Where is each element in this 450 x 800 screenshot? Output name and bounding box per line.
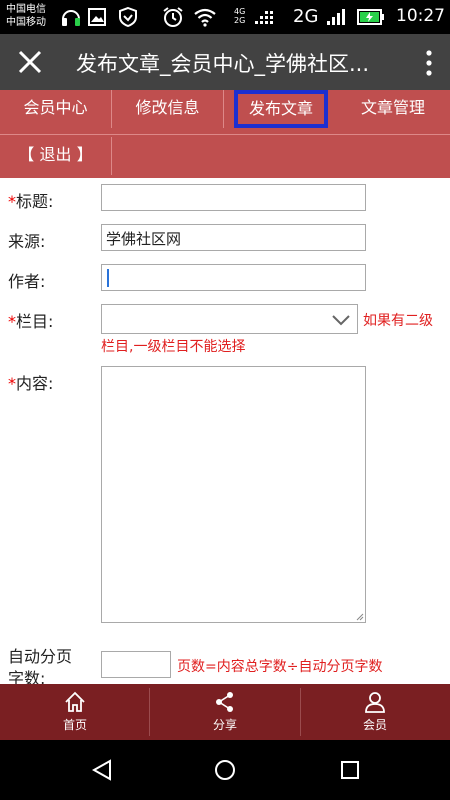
headset-icon [62, 10, 80, 26]
source-label: 来源: [8, 232, 46, 251]
carrier-names: 中国电信 中国移动 [6, 3, 46, 29]
autopage-label-1: 自动分页 [8, 647, 73, 666]
network-type-small: 4G 2G [234, 7, 246, 25]
content-label: *内容: [8, 370, 53, 394]
content-label-text: 内容: [16, 374, 54, 393]
nav-logout[interactable]: 【 退出 】 [0, 137, 112, 175]
column-hint-2: 栏目,一级栏目不能选择 [101, 339, 246, 355]
alarm-icon [163, 7, 183, 27]
recents-icon[interactable] [338, 758, 362, 782]
home-icon [65, 691, 85, 712]
required-mark: * [8, 312, 16, 331]
network-type: 2G [293, 6, 319, 27]
author-input[interactable] [101, 264, 366, 291]
bottom-bar: 首页 分享 会员 [0, 684, 450, 740]
close-icon[interactable] [16, 48, 44, 76]
image-icon [88, 8, 106, 26]
clock: 10:27 [396, 6, 445, 26]
bottom-home[interactable]: 首页 [0, 684, 150, 740]
content-textarea[interactable] [101, 366, 366, 623]
back-icon[interactable] [90, 758, 114, 782]
signal-bars-icon [327, 9, 345, 25]
resize-handle-icon[interactable] [356, 613, 364, 621]
app-bar: 发布文章_会员中心_学佛社区... [0, 34, 450, 90]
nav-row-2: 【 退出 】 [0, 134, 450, 178]
more-icon[interactable] [426, 50, 432, 76]
nav-edit-info[interactable]: 修改信息 [112, 90, 224, 128]
text-cursor [107, 269, 109, 287]
title-label: *标题: [8, 188, 53, 212]
column-hint-1: 如果有二级 [363, 313, 433, 329]
battery-charging-icon [357, 9, 384, 25]
required-mark: * [8, 192, 16, 211]
signal-dots-icon [255, 11, 273, 24]
carrier-2: 中国移动 [6, 17, 46, 28]
nav-member-center[interactable]: 会员中心 [0, 90, 112, 128]
wifi-icon [194, 8, 216, 27]
publish-form: *标题: 来源: 学佛社区网 作者: *栏目: 如果有二级 栏目,一级栏目不能选… [0, 178, 450, 688]
column-select[interactable] [101, 304, 358, 334]
required-mark: * [8, 374, 16, 393]
nav-publish-article[interactable]: 发布文章 [234, 90, 328, 128]
home-circle-icon[interactable] [213, 758, 237, 782]
title-input[interactable] [101, 184, 366, 211]
title-label-text: 标题: [16, 192, 54, 211]
autopage-input[interactable] [101, 651, 171, 678]
autopage-hint: 页数=内容总字数÷自动分页字数 [177, 659, 383, 675]
nav-article-manage[interactable]: 文章管理 [336, 90, 450, 128]
author-label: 作者: [8, 272, 46, 291]
carrier-1: 中国电信 [6, 4, 46, 15]
bottom-home-label: 首页 [62, 718, 87, 732]
chevron-down-icon [332, 315, 350, 326]
shield-icon [119, 7, 137, 27]
bottom-share[interactable]: 分享 [150, 684, 300, 740]
page-title: 发布文章_会员中心_学佛社区... [76, 52, 370, 76]
status-bar: 中国电信 中国移动 4G 2G 2G 10:27 [0, 0, 450, 34]
user-icon [365, 692, 385, 713]
bottom-share-label: 分享 [212, 718, 237, 732]
column-label: *栏目: [8, 308, 53, 332]
source-input[interactable]: 学佛社区网 [101, 224, 366, 251]
share-icon [216, 692, 233, 712]
column-label-text: 栏目: [16, 312, 54, 331]
bottom-member-label: 会员 [362, 718, 387, 732]
member-nav: 会员中心 修改信息 发布文章 文章管理 【 退出 】 [0, 90, 450, 178]
system-nav-bar [0, 740, 450, 800]
bottom-member[interactable]: 会员 [300, 684, 450, 740]
